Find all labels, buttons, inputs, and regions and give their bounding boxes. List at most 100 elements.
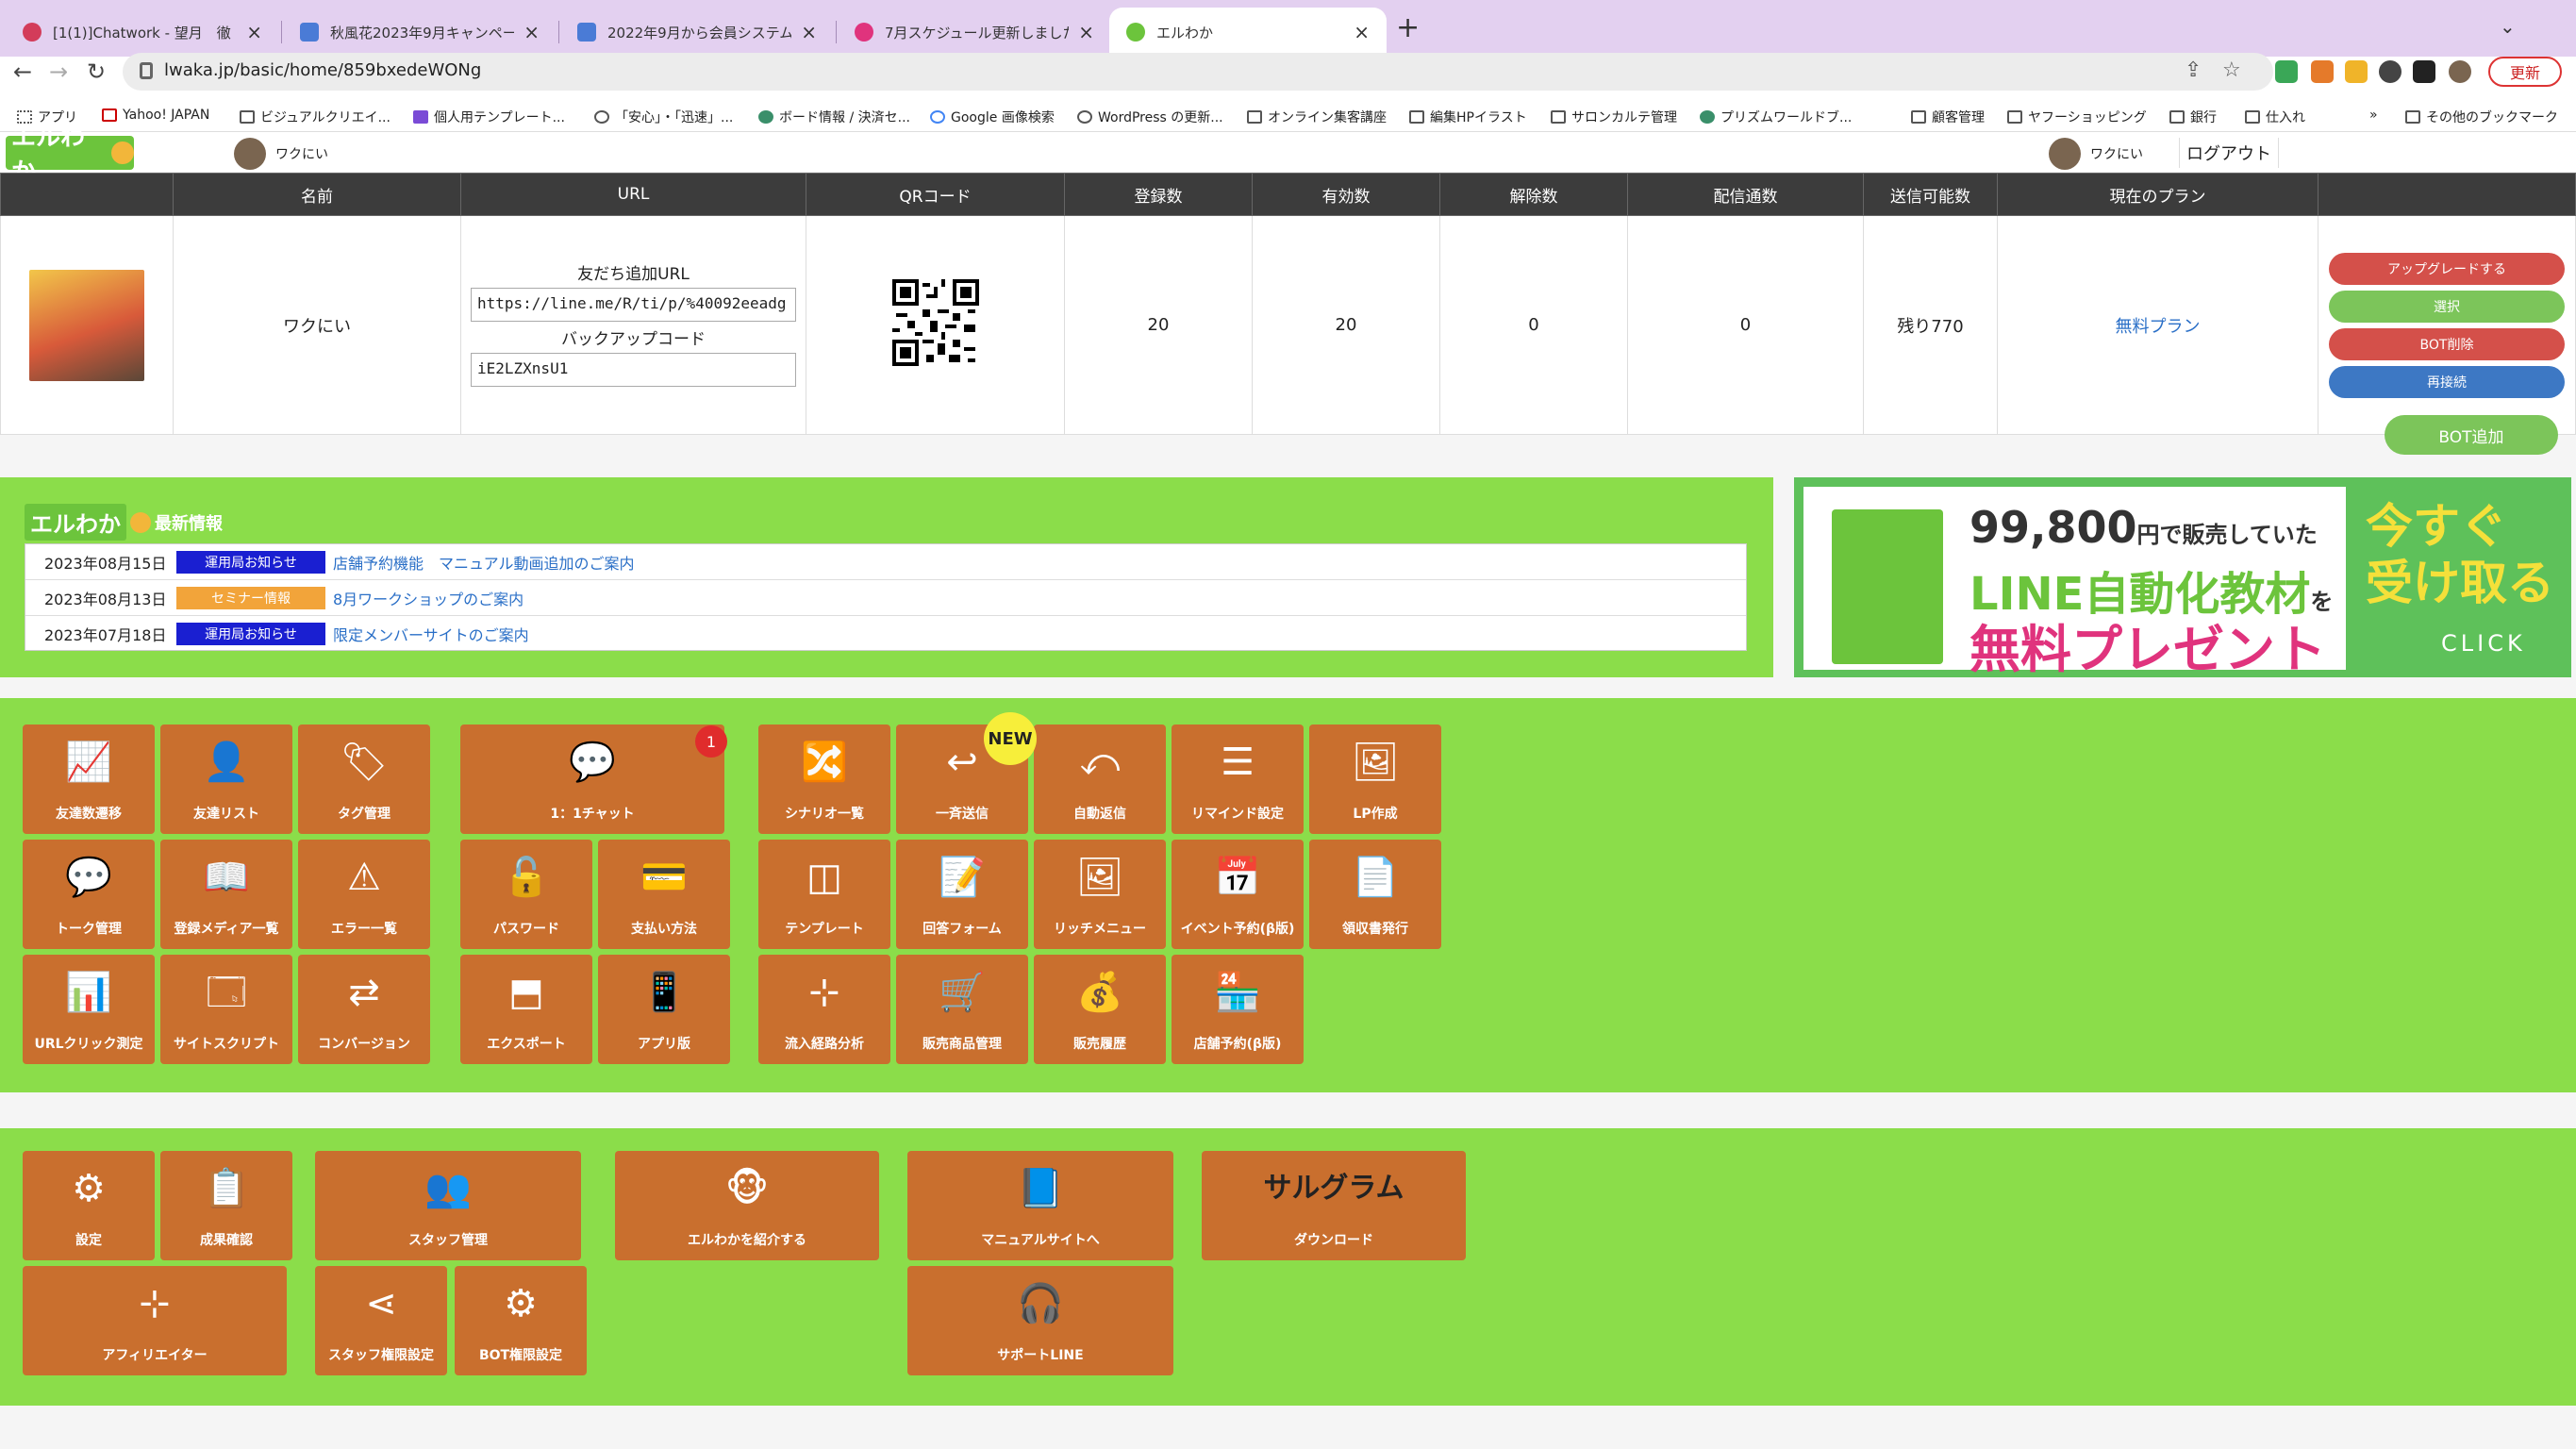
menu-tile-sales[interactable]: 💰 販売履歴 bbox=[1034, 955, 1166, 1064]
tab-schedule[interactable]: 7月スケジュール更新しました！予 × bbox=[838, 8, 1111, 57]
select-button[interactable]: 選択 bbox=[2329, 290, 2565, 323]
menu-tile-tag[interactable]: 🏷 タグ管理 bbox=[298, 724, 430, 834]
tab-docs-campaign[interactable]: 秋風花2023年9月キャンペーン - 1 × bbox=[283, 8, 557, 57]
menu-tile-talk[interactable]: 💬 トーク管理 bbox=[23, 840, 155, 949]
delete-bot-button[interactable]: BOT削除 bbox=[2329, 327, 2565, 360]
address-bar[interactable]: lwaka.jp/basic/home/859bxedeWONg ⇪ ☆ bbox=[123, 53, 2273, 91]
extension-icon[interactable] bbox=[2345, 60, 2368, 83]
news-link[interactable]: 8月ワークショップのご案内 bbox=[333, 587, 524, 609]
menu-tile-affiliate[interactable]: ⊹ アフィリエイター bbox=[23, 1266, 287, 1375]
forward-icon[interactable]: → bbox=[49, 58, 68, 85]
bookmark-other[interactable]: その他のブックマーク bbox=[2405, 108, 2558, 126]
menu-tile-lp[interactable]: 🖼 LP作成 bbox=[1309, 724, 1441, 834]
bookmark-folder[interactable]: オンライン集客講座 bbox=[1247, 108, 1387, 126]
puzzle-icon[interactable] bbox=[2379, 60, 2401, 83]
news-link[interactable]: 限定メンバーサイトのご案内 bbox=[333, 623, 529, 645]
menu-tile-url-click[interactable]: 📊 URLクリック測定 bbox=[23, 955, 155, 1064]
close-icon[interactable]: × bbox=[1354, 21, 1370, 43]
menu-tile-store[interactable]: 🏪 店舗予約(β版) bbox=[1172, 955, 1304, 1064]
menu-tile-event[interactable]: 📅 イベント予約(β版) bbox=[1172, 840, 1304, 949]
menu-tile-errors[interactable]: ⚠ エラー一覧 bbox=[298, 840, 430, 949]
menu-tile-app[interactable]: 📱 アプリ版 bbox=[598, 955, 730, 1064]
plan-link[interactable]: 無料プラン bbox=[2116, 317, 2201, 337]
close-icon[interactable]: × bbox=[524, 21, 540, 43]
share-page-icon[interactable]: ⇪ bbox=[2185, 58, 2202, 82]
menu-tile-export[interactable]: ⬒ エクスポート bbox=[460, 955, 592, 1064]
menu-tile-results[interactable]: 📋 成果確認 bbox=[160, 1151, 292, 1260]
menu-tile-friend-list[interactable]: 👤 友達リスト bbox=[160, 724, 292, 834]
menu-tile-password[interactable]: 🔓 パスワード bbox=[460, 840, 592, 949]
bookmark-google-images[interactable]: Google 画像検索 bbox=[930, 108, 1055, 126]
bookmarks-overflow[interactable]: » bbox=[2369, 108, 2378, 123]
bookmark-folder[interactable]: 編集HPイラスト bbox=[1409, 108, 1527, 126]
bookmark-template[interactable]: 個人用テンプレート... bbox=[413, 108, 565, 126]
banner-click: CLICK bbox=[2441, 630, 2526, 657]
bookmark-anshin[interactable]: 「安心」・「迅速」... bbox=[594, 108, 733, 126]
click-stats-icon: 📊 bbox=[65, 971, 112, 1014]
backup-code-field[interactable]: iE2LZXnsU1 bbox=[471, 352, 796, 387]
bookmark-folder[interactable]: サロンカルテ管理 bbox=[1551, 108, 1677, 126]
menu-tile-support-line[interactable]: 🎧 サポートLINE bbox=[907, 1266, 1173, 1375]
close-icon[interactable]: × bbox=[246, 21, 262, 43]
update-button[interactable]: 更新 bbox=[2488, 57, 2562, 87]
upgrade-button[interactable]: アップグレードする bbox=[2329, 252, 2565, 285]
news-link[interactable]: 店舗予約機能 マニュアル動画追加のご案内 bbox=[333, 551, 635, 574]
menu-tile-bot-permissions[interactable]: ⚙ BOT権限設定 bbox=[455, 1266, 587, 1375]
bookmark-folder[interactable]: 顧客管理 bbox=[1911, 108, 1985, 126]
menu-tile-products[interactable]: 🛒 販売商品管理 bbox=[896, 955, 1028, 1064]
menu-tile-inflow[interactable]: ⊹ 流入経路分析 bbox=[758, 955, 890, 1064]
app-logo[interactable]: エルわか bbox=[6, 124, 134, 187]
sidebar-icon[interactable] bbox=[2413, 60, 2435, 83]
logout-link[interactable]: ログアウト bbox=[2179, 138, 2279, 168]
bookmark-folder[interactable]: 仕入れ bbox=[2245, 108, 2305, 126]
profile-avatar[interactable] bbox=[2449, 60, 2471, 83]
extension-fox-icon[interactable] bbox=[2311, 60, 2334, 83]
tab-docs-member[interactable]: 2022年9月から会員システムにつ × bbox=[560, 8, 834, 57]
user-menu-right[interactable]: ワクにい bbox=[2049, 138, 2143, 170]
bookmark-folder[interactable]: ビジュアルクリエイ... bbox=[240, 108, 391, 126]
menu-tile-site-script[interactable]: 🗔 サイトスクリプト bbox=[160, 955, 292, 1064]
menu-tile-rich-menu[interactable]: 🖼 リッチメニュー bbox=[1034, 840, 1166, 949]
menu-tile-manual[interactable]: 📘 マニュアルサイトへ bbox=[907, 1151, 1173, 1260]
bookmark-board[interactable]: ボード情報 / 決済セ... bbox=[758, 108, 910, 126]
menu-tile-auto-reply[interactable]: ⤺ 自動返信 bbox=[1034, 724, 1166, 834]
promo-banner[interactable]: 99,800円で販売していた LINE自動化教材を 無料プレゼント 今すぐ 受け取… bbox=[1794, 477, 2571, 679]
tab-lwaka[interactable]: エルわか × bbox=[1109, 8, 1387, 57]
menu-tile-remind[interactable]: ☰ リマインド設定 bbox=[1172, 724, 1304, 834]
close-icon[interactable]: × bbox=[801, 21, 817, 43]
menu-tile-friend-trend[interactable]: 📈 友達数遷移 bbox=[23, 724, 155, 834]
menu-tile-staff-permissions[interactable]: ⋖ スタッフ権限設定 bbox=[315, 1266, 447, 1375]
menu-tile-template[interactable]: ◫ テンプレート bbox=[758, 840, 890, 949]
bookmark-star-icon[interactable]: ☆ bbox=[2222, 58, 2241, 82]
menu-tile-scenario[interactable]: 🔀 シナリオ一覧 bbox=[758, 724, 890, 834]
reload-icon[interactable]: ↻ bbox=[87, 58, 106, 85]
news-category-badge: 運用局お知らせ bbox=[176, 623, 325, 645]
menu-tile-conversion[interactable]: ⇄ コンバージョン bbox=[298, 955, 430, 1064]
bookmark-folder[interactable]: 銀行 bbox=[2169, 108, 2217, 126]
menu-tile-media[interactable]: 📖 登録メディア一覧 bbox=[160, 840, 292, 949]
back-icon[interactable]: ← bbox=[13, 58, 32, 85]
menu-tile-download[interactable]: サルグラム ダウンロード bbox=[1202, 1151, 1466, 1260]
reconnect-button[interactable]: 再接続 bbox=[2329, 365, 2565, 398]
extension-icon[interactable] bbox=[2275, 60, 2298, 83]
bookmark-prism[interactable]: プリズムワールドブ... bbox=[1700, 108, 1852, 126]
menu-tile-form[interactable]: 📝 回答フォーム bbox=[896, 840, 1028, 949]
friend-url-field[interactable]: https://line.me/R/ti/p/%40092eeadg bbox=[471, 287, 796, 322]
menu-tile-chat[interactable]: 💬 1：1チャット bbox=[460, 724, 724, 834]
bookmark-wordpress[interactable]: WordPress の更新... bbox=[1077, 108, 1223, 126]
add-bot-button[interactable]: BOT追加 bbox=[2385, 415, 2558, 455]
menu-tile-staff[interactable]: 👥 スタッフ管理 bbox=[315, 1151, 581, 1260]
user-menu-left[interactable]: ワクにい bbox=[234, 138, 328, 170]
tab-search-chevron-icon[interactable]: ⌄ bbox=[2500, 15, 2516, 38]
menu-tile-receipt[interactable]: 📄 領収書発行 bbox=[1309, 840, 1441, 949]
menu-tile-settings[interactable]: ⚙ 設定 bbox=[23, 1151, 155, 1260]
table-header: 現在のプラン bbox=[1997, 173, 2318, 216]
menu-tile-introduce[interactable]: 🐵 エルわかを紹介する bbox=[615, 1151, 879, 1260]
menu-tile-payment[interactable]: 💳 支払い方法 bbox=[598, 840, 730, 949]
bookmark-yahoo[interactable]: Yahoo! JAPAN bbox=[102, 108, 209, 123]
new-tab-button[interactable]: + bbox=[1396, 11, 1420, 44]
tab-chatwork[interactable]: [1(1)]Chatwork - 望月 徹 × bbox=[6, 8, 279, 57]
close-icon[interactable]: × bbox=[1078, 21, 1094, 43]
bookmark-folder[interactable]: ヤフーショッピング bbox=[2007, 108, 2147, 126]
chat-icon: 💬 bbox=[569, 741, 616, 784]
